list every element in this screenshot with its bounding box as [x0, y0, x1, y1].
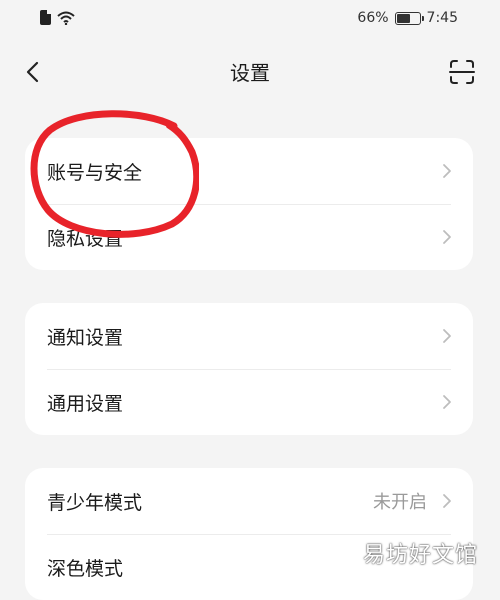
status-right: 66% 7:45: [357, 10, 458, 26]
status-left: [40, 10, 75, 25]
settings-item-label: 隐私设置: [47, 227, 124, 250]
scan-icon: [449, 60, 475, 84]
chevron-right-icon: [443, 329, 451, 343]
settings-item-label: 通用设置: [47, 392, 124, 415]
settings-item-notifications[interactable]: 通知设置: [25, 303, 473, 369]
settings-item-label: 深色模式: [47, 557, 124, 580]
teen-mode-status: 未开启: [373, 492, 427, 513]
clock: 7:45: [426, 10, 458, 26]
chevron-right-icon: [443, 164, 451, 178]
settings-item-account-security[interactable]: 账号与安全: [25, 138, 473, 204]
scan-button[interactable]: [446, 56, 478, 88]
battery-percent: 66%: [357, 10, 389, 26]
wifi-icon: [57, 11, 75, 25]
settings-item-privacy[interactable]: 隐私设置: [25, 204, 473, 270]
chevron-right-icon: [443, 230, 451, 244]
page-title: 设置: [230, 61, 270, 85]
settings-item-label: 青少年模式: [47, 491, 143, 514]
settings-item-label: 账号与安全: [47, 161, 143, 184]
settings-item-label: 通知设置: [47, 326, 124, 349]
nav-bar: 设置: [0, 42, 500, 102]
settings-group-account: 账号与安全 隐私设置: [25, 138, 473, 270]
status-bar: 66% 7:45: [0, 0, 500, 38]
chevron-right-icon: [443, 494, 451, 508]
sim-icon: [40, 10, 51, 25]
battery-icon: [394, 11, 424, 25]
battery-fill: [396, 13, 410, 23]
settings-item-general[interactable]: 通用设置: [25, 369, 473, 435]
watermark: 易坊好文馆: [362, 543, 478, 568]
chevron-right-icon: [443, 395, 451, 409]
settings-group-general: 通知设置 通用设置: [25, 303, 473, 435]
settings-item-teen-mode[interactable]: 青少年模式 未开启: [25, 468, 473, 534]
settings-group-modes: 青少年模式 未开启 深色模式: [25, 468, 473, 600]
